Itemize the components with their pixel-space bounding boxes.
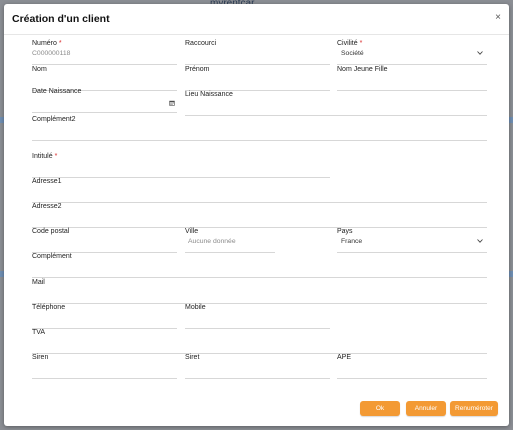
siret-field[interactable]: Siret bbox=[185, 354, 330, 379]
renumeroter-button[interactable]: Renuméroter bbox=[450, 401, 498, 416]
mobile-field[interactable]: Mobile bbox=[185, 304, 330, 329]
telephone-label: Téléphone bbox=[32, 304, 66, 311]
raccourci-field[interactable]: Raccourci bbox=[185, 40, 330, 65]
intitule-label: Intitulé bbox=[32, 153, 53, 160]
siret-label: Siret bbox=[185, 354, 200, 361]
ape-label: APE bbox=[337, 354, 352, 361]
required-marker: * bbox=[58, 40, 62, 47]
required-marker: * bbox=[54, 153, 58, 160]
civilite-label: Civilité bbox=[337, 40, 358, 47]
required-marker: * bbox=[359, 40, 363, 47]
lieu-naissance-field[interactable]: Lieu Naissance bbox=[185, 91, 487, 116]
nom-jeune-fille-field[interactable]: Nom Jeune Fille bbox=[337, 66, 487, 91]
annuler-button[interactable]: Annuler bbox=[406, 401, 446, 416]
complement-label: Complément bbox=[32, 253, 72, 260]
ville-field[interactable]: Ville Aucune donnée bbox=[185, 228, 275, 253]
intitule-field[interactable]: Intitulé * bbox=[32, 153, 330, 178]
mobile-label: Mobile bbox=[185, 304, 206, 311]
ville-label: Ville bbox=[185, 228, 199, 235]
numero-label: Numéro bbox=[32, 40, 57, 47]
siren-field[interactable]: Siren bbox=[32, 354, 177, 379]
adresse2-field[interactable]: Adresse2 bbox=[32, 203, 487, 228]
siren-label: Siren bbox=[32, 354, 49, 361]
nom-label: Nom bbox=[32, 66, 47, 73]
ape-field[interactable]: APE bbox=[337, 354, 487, 379]
close-icon[interactable]: × bbox=[495, 12, 501, 23]
pays-select[interactable]: Pays France bbox=[337, 228, 487, 253]
complement-field[interactable]: Complément bbox=[32, 253, 487, 278]
numero-value: C000000118 bbox=[32, 50, 71, 57]
civilite-value: Société bbox=[341, 50, 364, 57]
civilite-select[interactable]: Civilité * Société bbox=[337, 40, 487, 65]
date-naissance-label: Date Naissance bbox=[32, 88, 82, 95]
numero-field[interactable]: Numéro * C000000118 bbox=[32, 40, 177, 65]
pays-value: France bbox=[341, 238, 363, 245]
lieu-naissance-label: Lieu Naissance bbox=[185, 91, 233, 98]
tva-label: TVA bbox=[32, 329, 46, 336]
dialog-title: Création d'un client bbox=[12, 13, 110, 25]
complement2-field[interactable]: Complément2 bbox=[32, 116, 487, 141]
adresse1-label: Adresse1 bbox=[32, 178, 62, 185]
date-naissance-field[interactable]: Date Naissance bbox=[32, 88, 177, 113]
code-postal-label: Code postal bbox=[32, 228, 70, 235]
code-postal-field[interactable]: Code postal bbox=[32, 228, 177, 253]
nom-jeune-fille-label: Nom Jeune Fille bbox=[337, 66, 388, 73]
calendar-icon[interactable] bbox=[169, 100, 175, 106]
complement2-label: Complément2 bbox=[32, 116, 76, 123]
dialog-header: Création d'un client × bbox=[4, 4, 509, 35]
prenom-field[interactable]: Prénom bbox=[185, 66, 330, 91]
mail-label: Mail bbox=[32, 279, 45, 286]
telephone-field[interactable]: Téléphone bbox=[32, 304, 177, 329]
ville-placeholder: Aucune donnée bbox=[188, 238, 236, 245]
adresse2-label: Adresse2 bbox=[32, 203, 62, 210]
raccourci-label: Raccourci bbox=[185, 40, 217, 47]
tva-field[interactable]: TVA bbox=[32, 329, 487, 354]
ok-button[interactable]: Ok bbox=[360, 401, 400, 416]
client-creation-dialog: Création d'un client × Numéro * C00000011… bbox=[4, 4, 509, 426]
pays-label: Pays bbox=[337, 228, 353, 235]
adresse1-field[interactable]: Adresse1 bbox=[32, 178, 487, 203]
chevron-down-icon[interactable] bbox=[477, 238, 483, 244]
chevron-down-icon[interactable] bbox=[477, 50, 483, 56]
mail-field[interactable]: Mail bbox=[32, 279, 487, 304]
prenom-label: Prénom bbox=[185, 66, 210, 73]
